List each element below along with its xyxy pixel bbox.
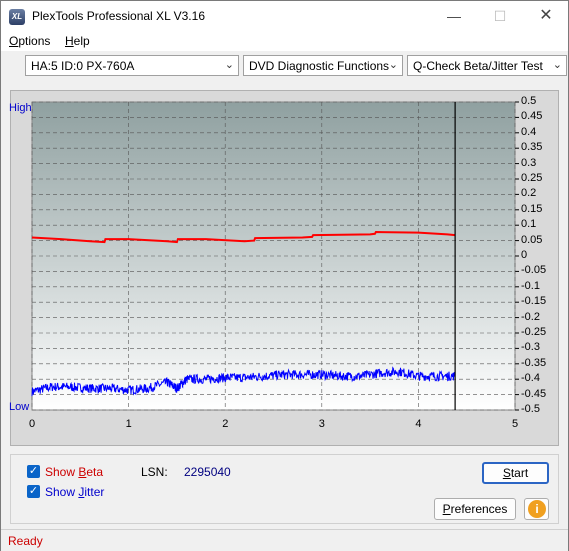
preferences-button[interactable]: Preferences — [434, 498, 516, 520]
y-tick-label: 0.25 — [521, 172, 543, 184]
status-bar: Ready — [1, 529, 568, 551]
y-tick-label: 0.45 — [521, 110, 543, 123]
y-tick-label: 0.05 — [521, 233, 543, 246]
y-tick-label: 0 — [521, 249, 528, 261]
start-button[interactable]: Start — [482, 462, 549, 484]
y-tick-label: 0.15 — [521, 202, 543, 215]
y-tick-label: -0.15 — [521, 295, 547, 308]
y-tick-label: 0.4 — [521, 125, 537, 138]
y-tick-label: -0.3 — [521, 341, 540, 354]
y-tick-label: -0.2 — [521, 310, 540, 323]
y-tick-label: -0.25 — [521, 326, 547, 338]
y-tick-label: -0.1 — [521, 279, 540, 292]
y-tick-label: 0.3 — [521, 156, 537, 169]
y-tick-label: 0.2 — [521, 187, 537, 200]
x-tick-label: 1 — [125, 418, 132, 430]
x-tick-label: 5 — [512, 418, 519, 430]
y-tick-label: 0.5 — [521, 95, 537, 107]
x-tick-label: 2 — [222, 418, 229, 430]
lsn-label: LSN: — [141, 465, 168, 479]
y-tick-label: -0.4 — [521, 372, 540, 385]
main-window: XL PlexTools Professional XL V3.16 — ☐ ✕… — [0, 0, 569, 551]
show-jitter-label[interactable]: Show Jitter — [45, 485, 104, 499]
y-tick-label: -0.35 — [521, 356, 547, 369]
info-button[interactable]: i — [524, 498, 549, 520]
show-beta-checkbox[interactable]: ✓ — [27, 465, 40, 478]
y-tick-label: -0.5 — [521, 403, 540, 415]
x-tick-label: 4 — [415, 418, 422, 430]
y-tick-label: -0.05 — [521, 264, 547, 277]
lsn-value: 2295040 — [184, 465, 231, 479]
status-text: Ready — [8, 534, 43, 548]
info-icon: i — [528, 500, 546, 518]
show-beta-label[interactable]: Show Beta — [45, 465, 103, 479]
x-tick-label: 0 — [29, 418, 36, 430]
y-tick-label: 0.35 — [521, 141, 543, 154]
x-tick-label: 3 — [318, 418, 325, 430]
y-tick-label: 0.1 — [521, 218, 537, 231]
show-jitter-checkbox[interactable]: ✓ — [27, 485, 40, 498]
y-tick-label: -0.45 — [521, 387, 547, 400]
